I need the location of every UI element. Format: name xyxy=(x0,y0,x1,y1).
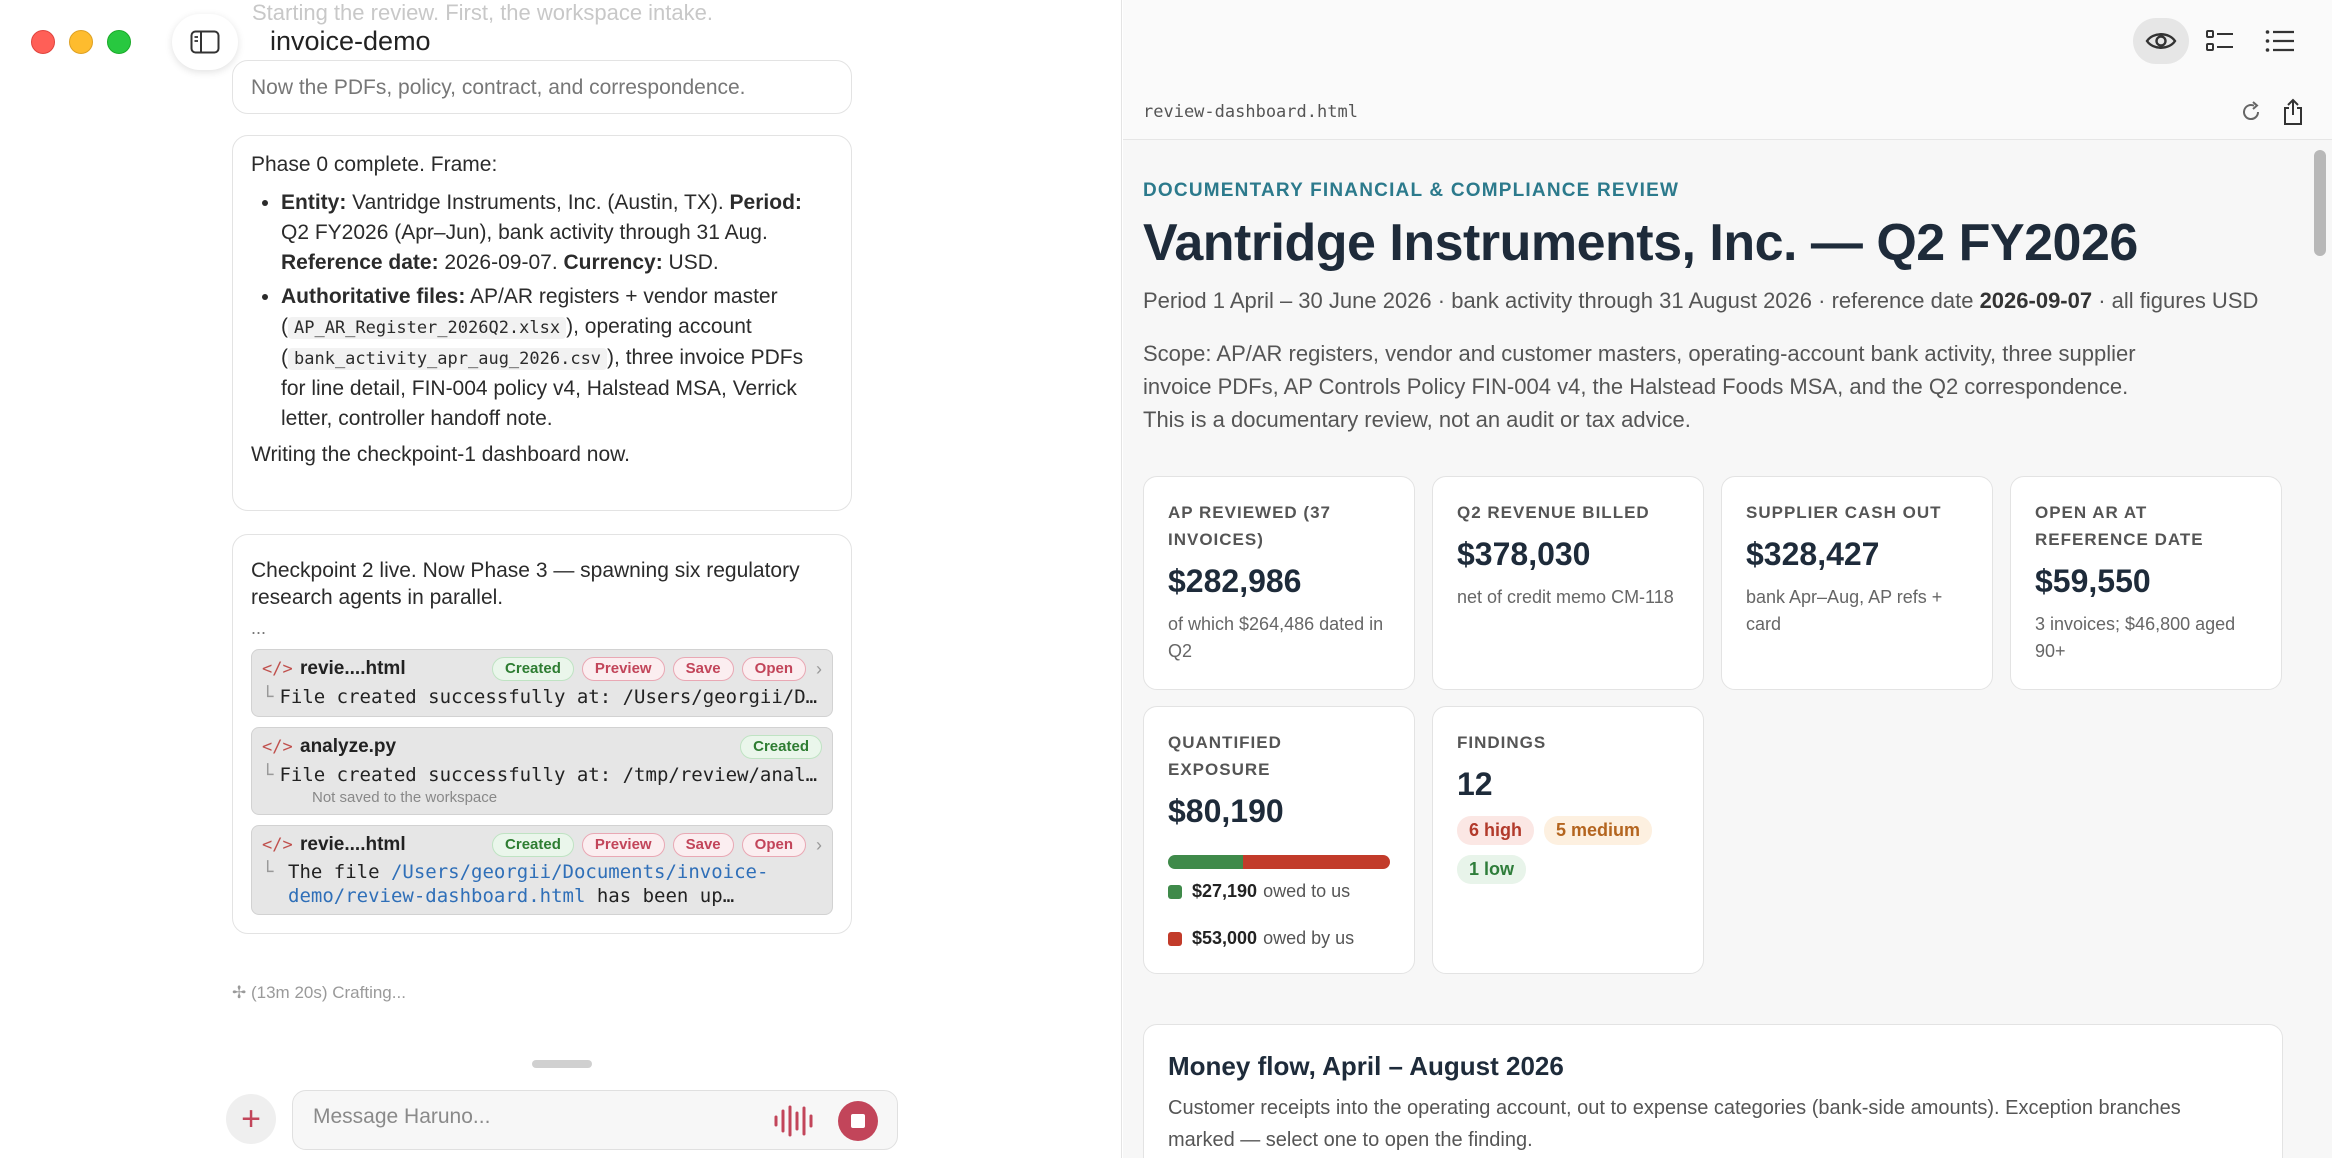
assistant-message: Checkpoint 2 live. Now Phase 3 — spawnin… xyxy=(232,534,852,934)
tool-call-card[interactable]: </> revie....html Created Preview Save O… xyxy=(251,649,833,717)
created-badge: Created xyxy=(492,657,574,681)
exposure-card: QUANTIFIED EXPOSURE $80,190 $27,190 owed … xyxy=(1143,706,1415,974)
message-input[interactable] xyxy=(313,1105,753,1129)
list-item: Entity: Vantridge Instruments, Inc. (Aus… xyxy=(281,188,833,278)
resize-handle[interactable] xyxy=(532,1060,592,1068)
add-attachment-button[interactable]: + xyxy=(226,1094,276,1144)
code-icon: </> xyxy=(262,835,293,855)
list-item: Authoritative files: AP/AR registers + v… xyxy=(281,282,833,434)
section-title: Money flow, April – August 2026 xyxy=(1168,1051,1564,1081)
message-outro: Writing the checkpoint-1 dashboard now. xyxy=(251,443,631,466)
toggle-sidebar-button[interactable] xyxy=(172,14,238,70)
section-description: Customer receipts into the operating acc… xyxy=(1168,1097,2181,1151)
code-icon: </> xyxy=(262,659,293,679)
tool-note: Not saved to the workspace xyxy=(312,789,498,806)
message-text: Now the PDFs, policy, contract, and corr… xyxy=(251,76,746,99)
assistant-message: Now the PDFs, policy, contract, and corr… xyxy=(232,60,852,114)
scope-text: Scope: AP/AR registers, vendor and custo… xyxy=(1143,341,2136,432)
kpi-card: OPEN AR AT REFERENCE DATE $59,550 3 invo… xyxy=(2010,476,2282,690)
window-title: invoice-demo xyxy=(270,26,431,56)
exposure-bar xyxy=(1168,855,1390,869)
preview-button[interactable]: Preview xyxy=(581,657,665,681)
tool-output: └ File created successfully at: /Users/ge… xyxy=(262,686,822,708)
checklist-icon[interactable] xyxy=(2205,28,2235,54)
legend-owed-to-us: $27,190 owed to us xyxy=(1168,881,1390,902)
composer xyxy=(292,1090,898,1150)
open-button[interactable]: Open xyxy=(741,657,806,681)
inline-code: bank_activity_apr_aug_2026.csv xyxy=(288,348,608,370)
save-button[interactable]: Save xyxy=(672,833,734,857)
message-lead: Checkpoint 2 live. Now Phase 3 — spawnin… xyxy=(251,559,800,609)
inline-code: AP_AR_Register_2026Q2.xlsx xyxy=(288,317,567,339)
preview-button[interactable]: Preview xyxy=(581,833,665,857)
refresh-icon[interactable] xyxy=(2239,100,2263,124)
severity-badges: 6 high 5 medium 1 low xyxy=(1457,816,1679,884)
dashboard-content: DOCUMENTARY FINANCIAL & COMPLIANCE REVIE… xyxy=(1143,140,2303,976)
sparkle-icon: ✢ xyxy=(232,983,247,1002)
created-badge: Created xyxy=(740,735,822,759)
scrollbar-thumb[interactable] xyxy=(2314,150,2326,256)
preview-toolbar: review-dashboard.html xyxy=(1123,0,2332,140)
findings-card: FINDINGS 12 6 high 5 medium 1 low xyxy=(1432,706,1704,974)
save-button[interactable]: Save xyxy=(672,657,734,681)
medium-severity-badge[interactable]: 5 medium xyxy=(1544,816,1653,845)
preview-mode-button[interactable] xyxy=(2133,18,2189,64)
kpi-cards: AP REVIEWED (37 INVOICES) $282,986 of wh… xyxy=(1143,476,2303,976)
chevron-right-icon[interactable]: › xyxy=(816,654,822,684)
close-window-button[interactable] xyxy=(31,30,55,54)
list-icon[interactable] xyxy=(2265,28,2295,54)
message-ellipsis: ... xyxy=(251,618,267,638)
kpi-card: Q2 REVENUE BILLED $378,030 net of credit… xyxy=(1432,476,1704,690)
legend-owed-by-us: $53,000 owed by us xyxy=(1168,928,1390,949)
money-flow-section: Money flow, April – August 2026 Customer… xyxy=(1143,1024,2283,1158)
share-icon[interactable] xyxy=(2281,98,2305,126)
period-line: Period 1 April – 30 June 2026 · bank act… xyxy=(1143,288,2259,313)
preview-file-name: review-dashboard.html xyxy=(1143,102,1358,122)
assistant-message: Phase 0 complete. Frame: Entity: Vantrid… xyxy=(232,135,852,511)
kpi-card: AP REVIEWED (37 INVOICES) $282,986 of wh… xyxy=(1143,476,1415,690)
stop-generation-button[interactable] xyxy=(838,1101,878,1141)
message-list: Entity: Vantridge Instruments, Inc. (Aus… xyxy=(281,188,833,434)
message-intro: Phase 0 complete. Frame: xyxy=(251,153,498,176)
preview-pane: review-dashboard.html DOCUMENTARY FINANC… xyxy=(1123,0,2332,1158)
tool-call-card[interactable]: </> revie....html Created Preview Save O… xyxy=(251,825,833,915)
scrollbar[interactable] xyxy=(2312,146,2328,1156)
tool-output: └ The file /Users/georgii/Documents/invoi… xyxy=(262,861,769,907)
tool-file-name: analyze.py xyxy=(300,736,397,757)
eye-icon xyxy=(2145,33,2177,49)
scrolled-message-text: Starting the review. First, the workspac… xyxy=(252,0,713,25)
tool-output: └ File created successfully at: /tmp/revi… xyxy=(262,764,822,786)
low-severity-badge[interactable]: 1 low xyxy=(1457,855,1527,884)
crafting-status: ✢ (13m 20s) Crafting... xyxy=(232,983,406,1002)
plus-icon: + xyxy=(241,1099,261,1138)
tool-call-card[interactable]: </> analyze.py Created └ File created suc… xyxy=(251,727,833,815)
tool-file-name: revie....html xyxy=(300,834,406,855)
stop-icon xyxy=(851,1114,865,1128)
open-button[interactable]: Open xyxy=(741,833,806,857)
code-icon: </> xyxy=(262,737,293,757)
tool-file-name: revie....html xyxy=(300,658,406,679)
created-badge: Created xyxy=(492,833,574,857)
page-title: Vantridge Instruments, Inc. — Q2 FY2026 xyxy=(1143,214,2138,272)
window-controls xyxy=(31,30,131,54)
owed-to-us-segment xyxy=(1168,855,1244,869)
sidebar-icon xyxy=(190,30,220,54)
voice-waveform-icon[interactable] xyxy=(773,1105,817,1137)
chevron-right-icon[interactable]: › xyxy=(816,830,822,860)
high-severity-badge[interactable]: 6 high xyxy=(1457,816,1534,845)
owed-by-us-segment xyxy=(1243,855,1390,869)
chat-pane: Starting the review. First, the workspac… xyxy=(0,0,1122,1158)
minimize-window-button[interactable] xyxy=(69,30,93,54)
zoom-window-button[interactable] xyxy=(107,30,131,54)
kpi-card: SUPPLIER CASH OUT $328,427 bank Apr–Aug,… xyxy=(1721,476,1993,690)
app-window: Starting the review. First, the workspac… xyxy=(0,0,2332,1158)
eyebrow-label: DOCUMENTARY FINANCIAL & COMPLIANCE REVIE… xyxy=(1143,180,1680,201)
